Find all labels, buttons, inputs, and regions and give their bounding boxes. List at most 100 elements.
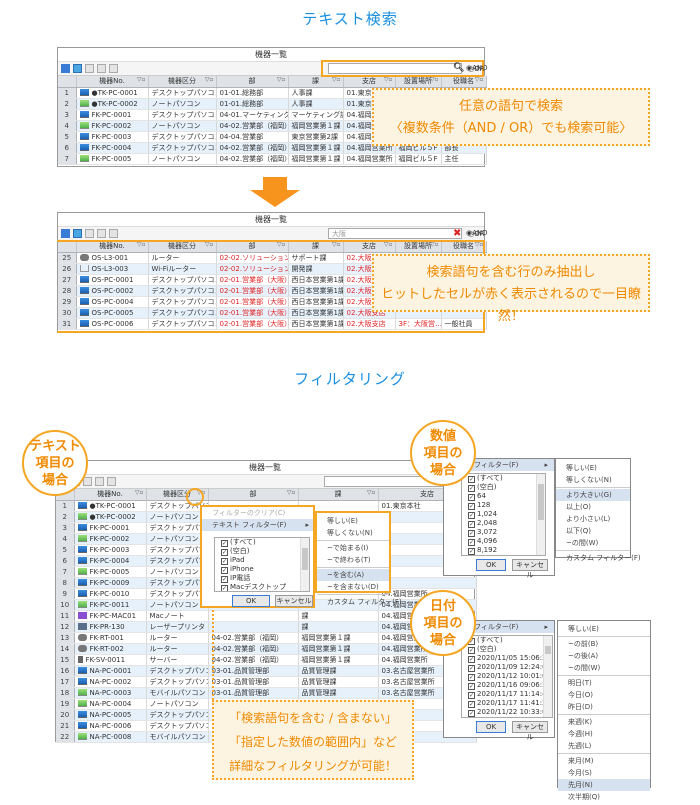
table-row[interactable]: 15 FK-SV-0011 サーバー 04-02.営業部（福岡） 福岡営業第１課 04.福…: [56, 654, 477, 666]
submenu-item[interactable]: より小さい(L): [556, 513, 630, 525]
checkbox-checked-icon[interactable]: ✓: [468, 656, 475, 663]
submenu-item[interactable]: 先月(N): [558, 779, 650, 791]
filter-dropdown-icon[interactable]: ▽▫: [135, 489, 144, 496]
checklist-item[interactable]: ✓ (すべて): [462, 474, 545, 483]
submenu-item[interactable]: ~の後(A): [558, 650, 650, 662]
checklist-item[interactable]: ✓ 3,072: [462, 528, 545, 537]
submenu-item[interactable]: 来週(K): [558, 716, 650, 728]
column-header[interactable]: 設置場所 ▽▫: [395, 76, 442, 88]
column-settings-icon[interactable]: [73, 64, 82, 73]
scrollbar[interactable]: [543, 636, 552, 717]
submenu-item[interactable]: ~の間(W): [556, 537, 630, 549]
checklist-item[interactable]: ✓ 2020/11/05 15:06:25: [462, 654, 552, 663]
excel-export-icon[interactable]: [61, 229, 70, 238]
checkbox-checked-icon[interactable]: ✓: [221, 585, 228, 591]
filter-dropdown-icon[interactable]: ▽▫: [137, 76, 146, 83]
checklist-item[interactable]: ✓ 8,192: [462, 546, 545, 555]
checkbox-checked-icon[interactable]: ✓: [468, 503, 475, 510]
filter-dropdown-icon[interactable]: ▽▫: [430, 76, 439, 83]
column-header[interactable]: 部 ▽▫: [216, 76, 289, 88]
column-header[interactable]: 部 ▽▫: [208, 489, 299, 501]
checklist-item[interactable]: ✓ (空白): [462, 645, 552, 654]
table-row[interactable]: 17NA-PC-0002デスクトップパソコン03-01.品質管理部品質管理課03…: [56, 676, 477, 688]
checkbox-checked-icon[interactable]: ✓: [468, 530, 475, 537]
checklist-item[interactable]: ✓ 2020/11/16 09:06:51: [462, 681, 552, 690]
search-input[interactable]: 大阪: [328, 228, 462, 239]
or-radio[interactable]: ○OR: [468, 63, 484, 76]
toolbar-button-icon[interactable]: [109, 229, 118, 238]
checkbox-checked-icon[interactable]: ✓: [468, 683, 475, 690]
submenu-item[interactable]: 昨日(D): [558, 701, 650, 713]
column-header[interactable]: 支店 ▽▫: [343, 76, 396, 88]
ok-button[interactable]: OK: [232, 595, 270, 607]
checklist-item[interactable]: ✓ 2,048: [462, 519, 545, 528]
checkbox-checked-icon[interactable]: ✓: [468, 710, 475, 717]
filter-dropdown-icon[interactable]: ▽▫: [332, 76, 341, 83]
checklist-item[interactable]: ✓ 1,024: [462, 510, 545, 519]
checklist-item[interactable]: ✓ (すべて): [215, 538, 309, 547]
excel-export-icon[interactable]: [61, 64, 70, 73]
column-header[interactable]: 役職名 ▽▫: [441, 76, 487, 88]
checkbox-checked-icon[interactable]: ✓: [468, 521, 475, 528]
submenu-item[interactable]: より大きい(G): [556, 489, 630, 501]
toolbar-button-icon[interactable]: [85, 229, 94, 238]
checklist-item[interactable]: ✓ 2020/11/17 11:41:23: [462, 699, 552, 708]
submenu-item[interactable]: カスタム フィルター(F): [317, 596, 402, 608]
scrollbar[interactable]: [536, 474, 545, 555]
clear-x-icon[interactable]: ✖: [453, 227, 461, 240]
checkbox-checked-icon[interactable]: ✓: [221, 549, 228, 556]
filter-dropdown-icon[interactable]: ▽▫: [367, 489, 376, 496]
checkbox-checked-icon[interactable]: ✓: [468, 665, 475, 672]
filter-dropdown-icon[interactable]: ▽▫: [475, 76, 484, 83]
checklist-item[interactable]: ✓ iPhone: [215, 565, 309, 574]
column-header[interactable]: 課 ▽▫: [298, 489, 379, 501]
checkbox-checked-icon[interactable]: ✓: [221, 540, 228, 547]
submenu-item[interactable]: 以下(Q): [556, 525, 630, 537]
submenu-item[interactable]: 今日(O): [558, 689, 650, 701]
toolbar-button-icon[interactable]: [97, 229, 106, 238]
ok-button[interactable]: OK: [476, 559, 506, 571]
submenu-item[interactable]: ~を含む(A): [317, 569, 389, 581]
submenu-item[interactable]: 等しい(E): [556, 462, 630, 474]
submenu-item[interactable]: ~を含まない(D): [317, 581, 389, 593]
submenu-item[interactable]: 等しくない(N): [556, 474, 630, 486]
cancel-button[interactable]: キャンセル: [512, 721, 548, 741]
toolbar-button-icon[interactable]: [109, 64, 118, 73]
checklist-item[interactable]: ✓ 64: [462, 492, 545, 501]
checkbox-checked-icon[interactable]: ✓: [468, 674, 475, 681]
filter-dropdown-icon[interactable]: ▽▫: [384, 76, 393, 83]
submenu-item[interactable]: 等しい(E): [317, 515, 389, 527]
checkbox-checked-icon[interactable]: ✓: [221, 558, 228, 565]
submenu-item[interactable]: ~の前(B): [558, 638, 650, 650]
checklist-item[interactable]: ✓ (空白): [215, 547, 309, 556]
scrollbar[interactable]: [300, 538, 309, 591]
submenu-item[interactable]: 等しい(E): [558, 623, 650, 635]
submenu-item[interactable]: ~の間(W): [558, 662, 650, 674]
checkbox-checked-icon[interactable]: ✓: [468, 512, 475, 519]
checklist-item[interactable]: ✓ 128: [462, 501, 545, 510]
submenu-item[interactable]: ~で始まる(I): [317, 542, 389, 554]
menu-text-filter[interactable]: テキスト フィルター(F) ▸: [202, 519, 313, 531]
checkbox-checked-icon[interactable]: ✓: [468, 539, 475, 546]
toolbar-button-icon[interactable]: [95, 477, 104, 486]
column-header[interactable]: 機器No. ▽▫: [74, 489, 147, 501]
submenu-item[interactable]: 明日(T): [558, 677, 650, 689]
submenu-item[interactable]: カスタム フィルター(F): [556, 552, 641, 564]
checklist-item[interactable]: ✓ 4,096: [462, 537, 545, 546]
submenu-item[interactable]: ~で終わる(T): [317, 554, 389, 566]
ok-button[interactable]: OK: [476, 721, 506, 733]
checkbox-checked-icon[interactable]: ✓: [468, 485, 475, 492]
cancel-button[interactable]: キャンセル: [275, 595, 313, 607]
checkbox-checked-icon[interactable]: ✓: [468, 701, 475, 708]
checklist-item[interactable]: ✓ 2020/11/17 11:14:42: [462, 690, 552, 699]
checklist-item[interactable]: ✓ Macデスクトップ: [215, 583, 309, 591]
column-header[interactable]: 機器No. ▽▫: [76, 76, 149, 88]
toolbar-button-icon[interactable]: [85, 64, 94, 73]
checkbox-checked-icon[interactable]: ✓: [468, 494, 475, 501]
submenu-item[interactable]: 来月(M): [558, 755, 650, 767]
submenu-item[interactable]: 先週(L): [558, 740, 650, 752]
column-settings-icon[interactable]: [73, 229, 82, 238]
submenu-item[interactable]: 今月(S): [558, 767, 650, 779]
checklist-item[interactable]: ✓ 2020/11/22 10:33:02: [462, 708, 552, 717]
menu-clear-filter[interactable]: フィルターのクリア(C): [202, 507, 313, 519]
